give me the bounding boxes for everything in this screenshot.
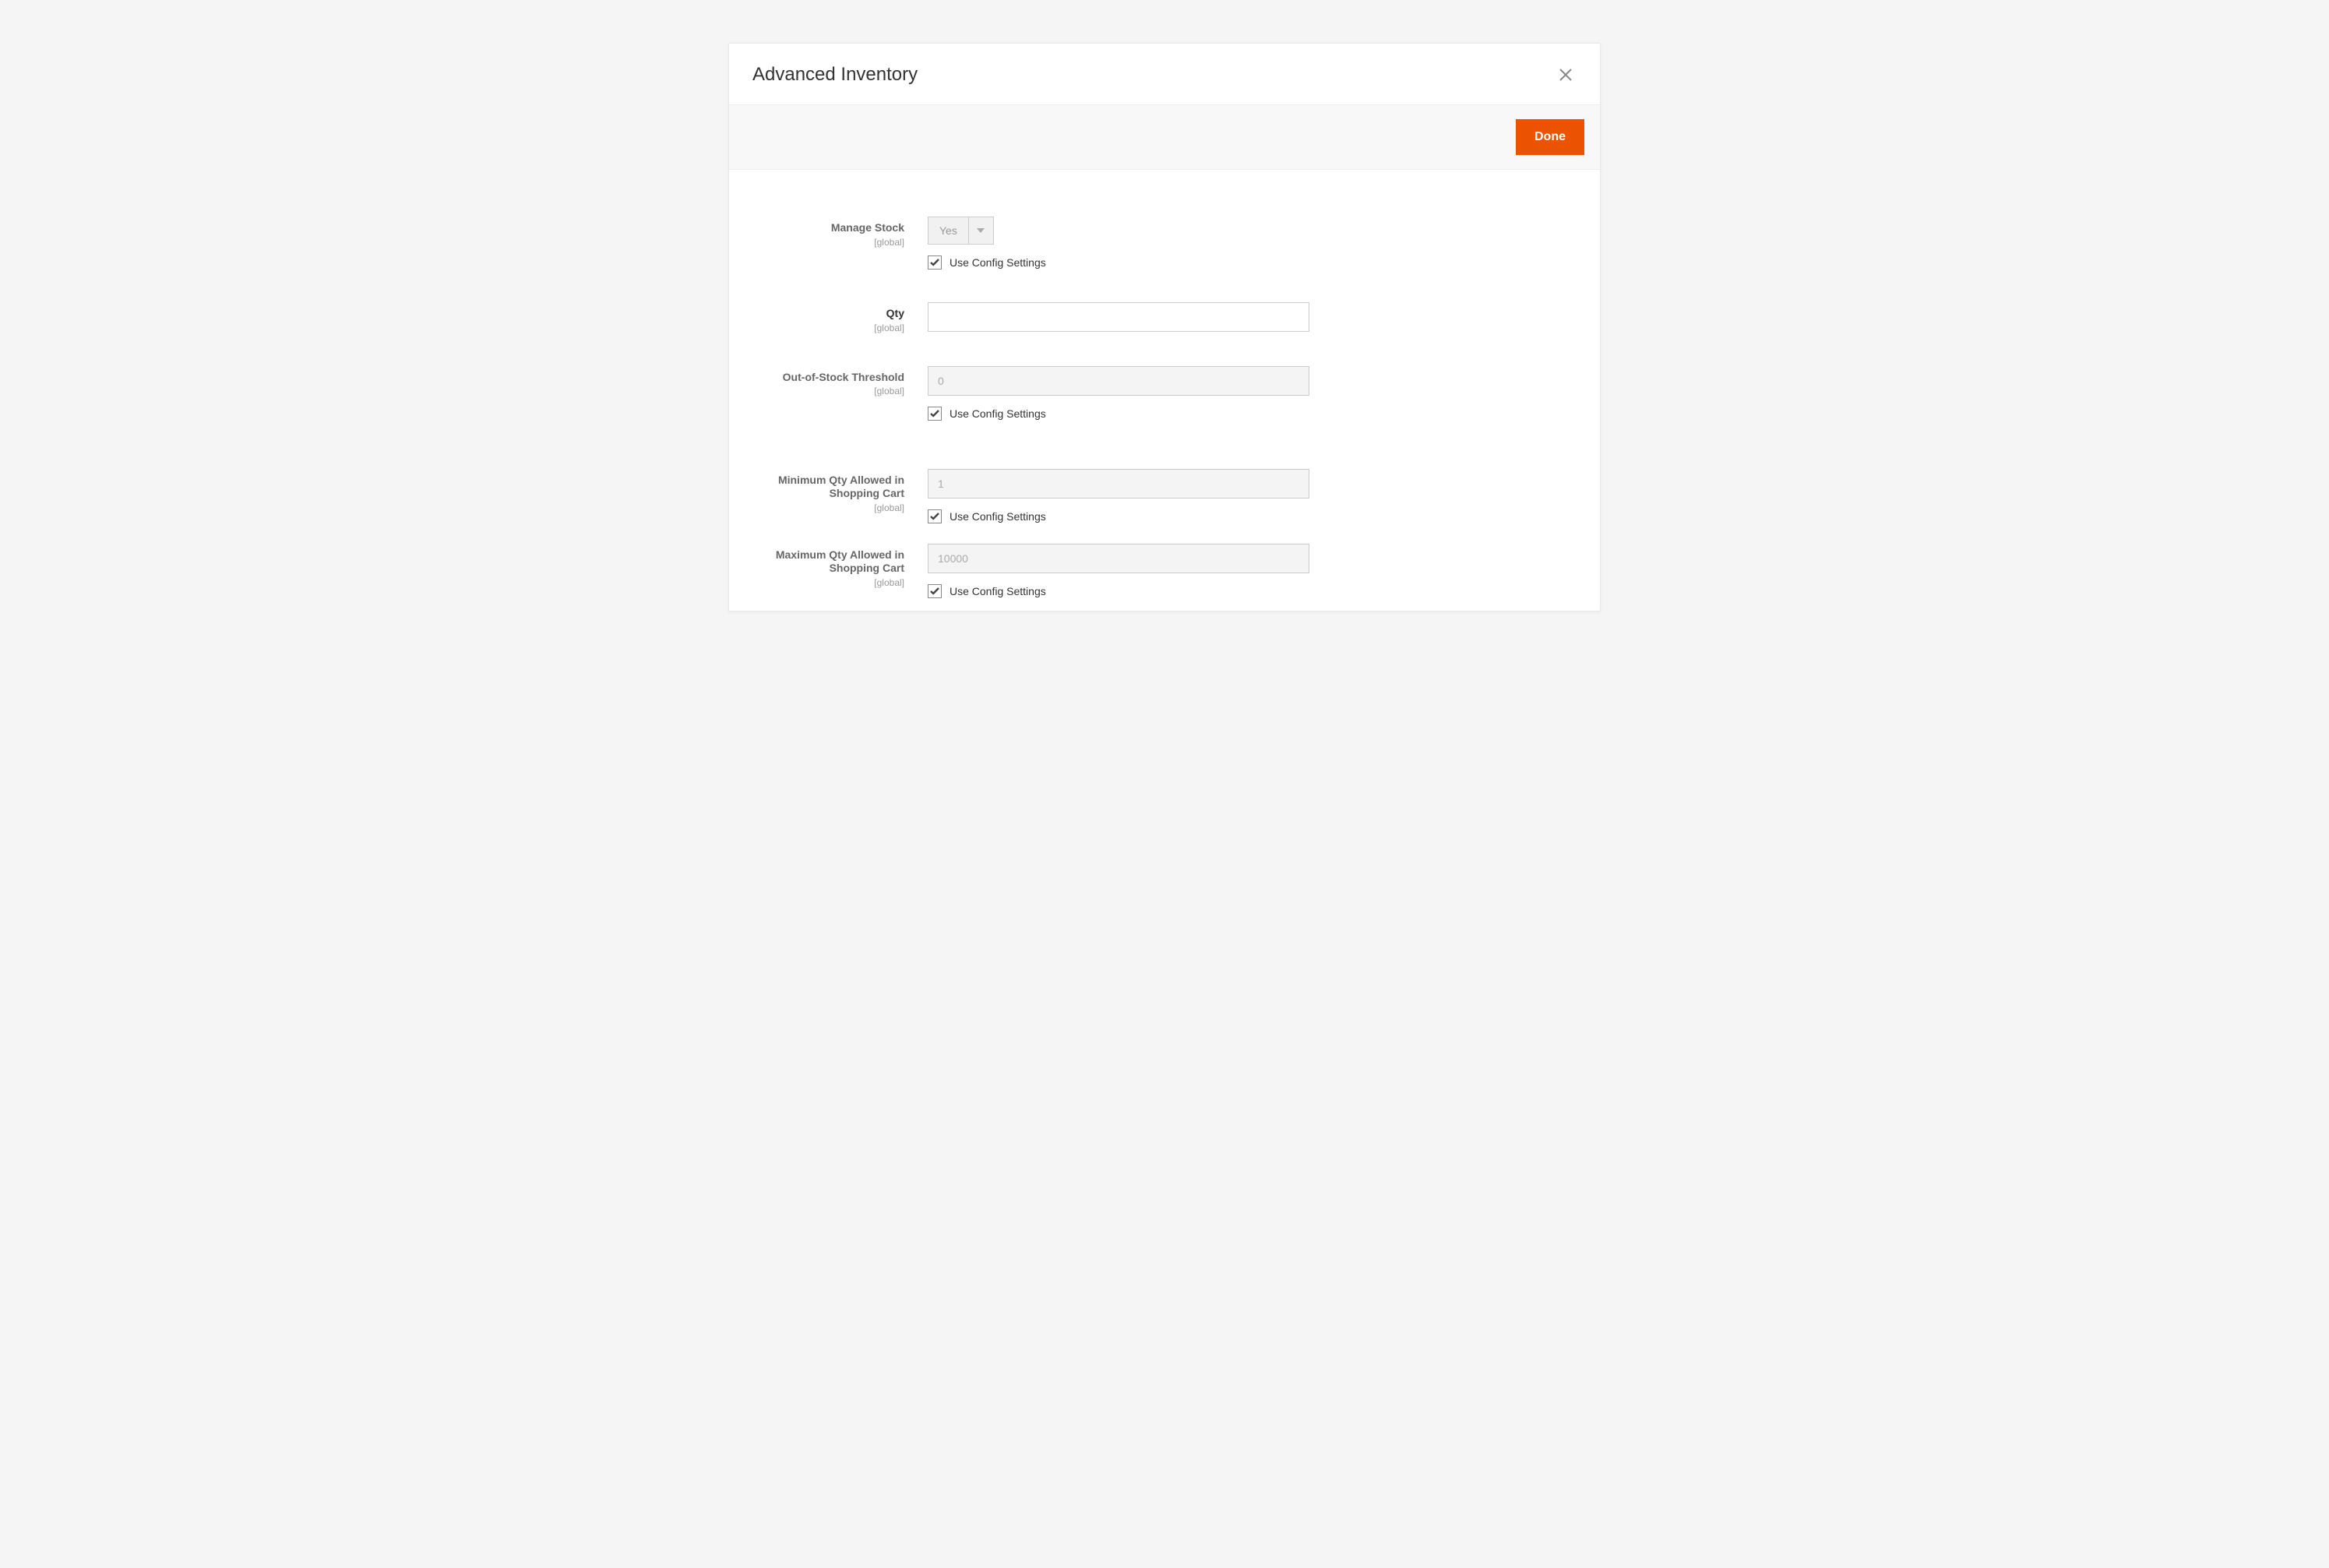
advanced-inventory-modal: Advanced Inventory Done Manage Stock [gl… bbox=[728, 43, 1601, 611]
max-qty-cart-row: Maximum Qty Allowed in Shopping Cart [gl… bbox=[752, 544, 1577, 598]
max-qty-cart-label: Maximum Qty Allowed in Shopping Cart bbox=[776, 548, 904, 575]
out-of-stock-threshold-input[interactable] bbox=[928, 366, 1309, 396]
check-icon bbox=[930, 513, 939, 520]
manage-stock-value: Yes bbox=[928, 217, 968, 244]
min-qty-cart-input[interactable] bbox=[928, 469, 1309, 499]
qty-input[interactable] bbox=[928, 302, 1309, 332]
out-of-stock-threshold-use-config-checkbox[interactable] bbox=[928, 407, 942, 421]
close-icon bbox=[1558, 67, 1573, 83]
done-button[interactable]: Done bbox=[1516, 119, 1584, 155]
chevron-down-icon bbox=[968, 217, 993, 244]
use-config-label: Use Config Settings bbox=[950, 510, 1046, 523]
manage-stock-label: Manage Stock bbox=[831, 221, 904, 234]
out-of-stock-threshold-row: Out-of-Stock Threshold [global] Use Conf… bbox=[752, 366, 1577, 421]
use-config-label: Use Config Settings bbox=[950, 407, 1046, 420]
use-config-label: Use Config Settings bbox=[950, 256, 1046, 269]
form-area: Manage Stock [global] Yes Use Con bbox=[729, 170, 1600, 611]
modal-title: Advanced Inventory bbox=[752, 64, 918, 86]
scope-label: [global] bbox=[752, 237, 904, 248]
modal-header: Advanced Inventory bbox=[729, 44, 1600, 104]
min-qty-cart-label: Minimum Qty Allowed in Shopping Cart bbox=[778, 474, 904, 500]
scope-label: [global] bbox=[752, 322, 904, 333]
max-qty-cart-input[interactable] bbox=[928, 544, 1309, 573]
max-qty-cart-use-config-checkbox[interactable] bbox=[928, 584, 942, 598]
manage-stock-row: Manage Stock [global] Yes Use Con bbox=[752, 217, 1577, 270]
manage-stock-select[interactable]: Yes bbox=[928, 217, 994, 245]
qty-row: Qty [global] bbox=[752, 302, 1577, 333]
check-icon bbox=[930, 587, 939, 595]
scope-label: [global] bbox=[752, 386, 904, 396]
action-bar: Done bbox=[729, 104, 1600, 170]
check-icon bbox=[930, 259, 939, 266]
close-button[interactable] bbox=[1555, 64, 1577, 86]
use-config-label: Use Config Settings bbox=[950, 585, 1046, 597]
qty-label: Qty bbox=[886, 307, 904, 319]
scope-label: [global] bbox=[752, 502, 904, 513]
out-of-stock-threshold-label: Out-of-Stock Threshold bbox=[783, 371, 904, 383]
scope-label: [global] bbox=[752, 577, 904, 588]
check-icon bbox=[930, 410, 939, 418]
min-qty-cart-row: Minimum Qty Allowed in Shopping Cart [gl… bbox=[752, 469, 1577, 523]
min-qty-cart-use-config-checkbox[interactable] bbox=[928, 509, 942, 523]
manage-stock-use-config-checkbox[interactable] bbox=[928, 255, 942, 270]
